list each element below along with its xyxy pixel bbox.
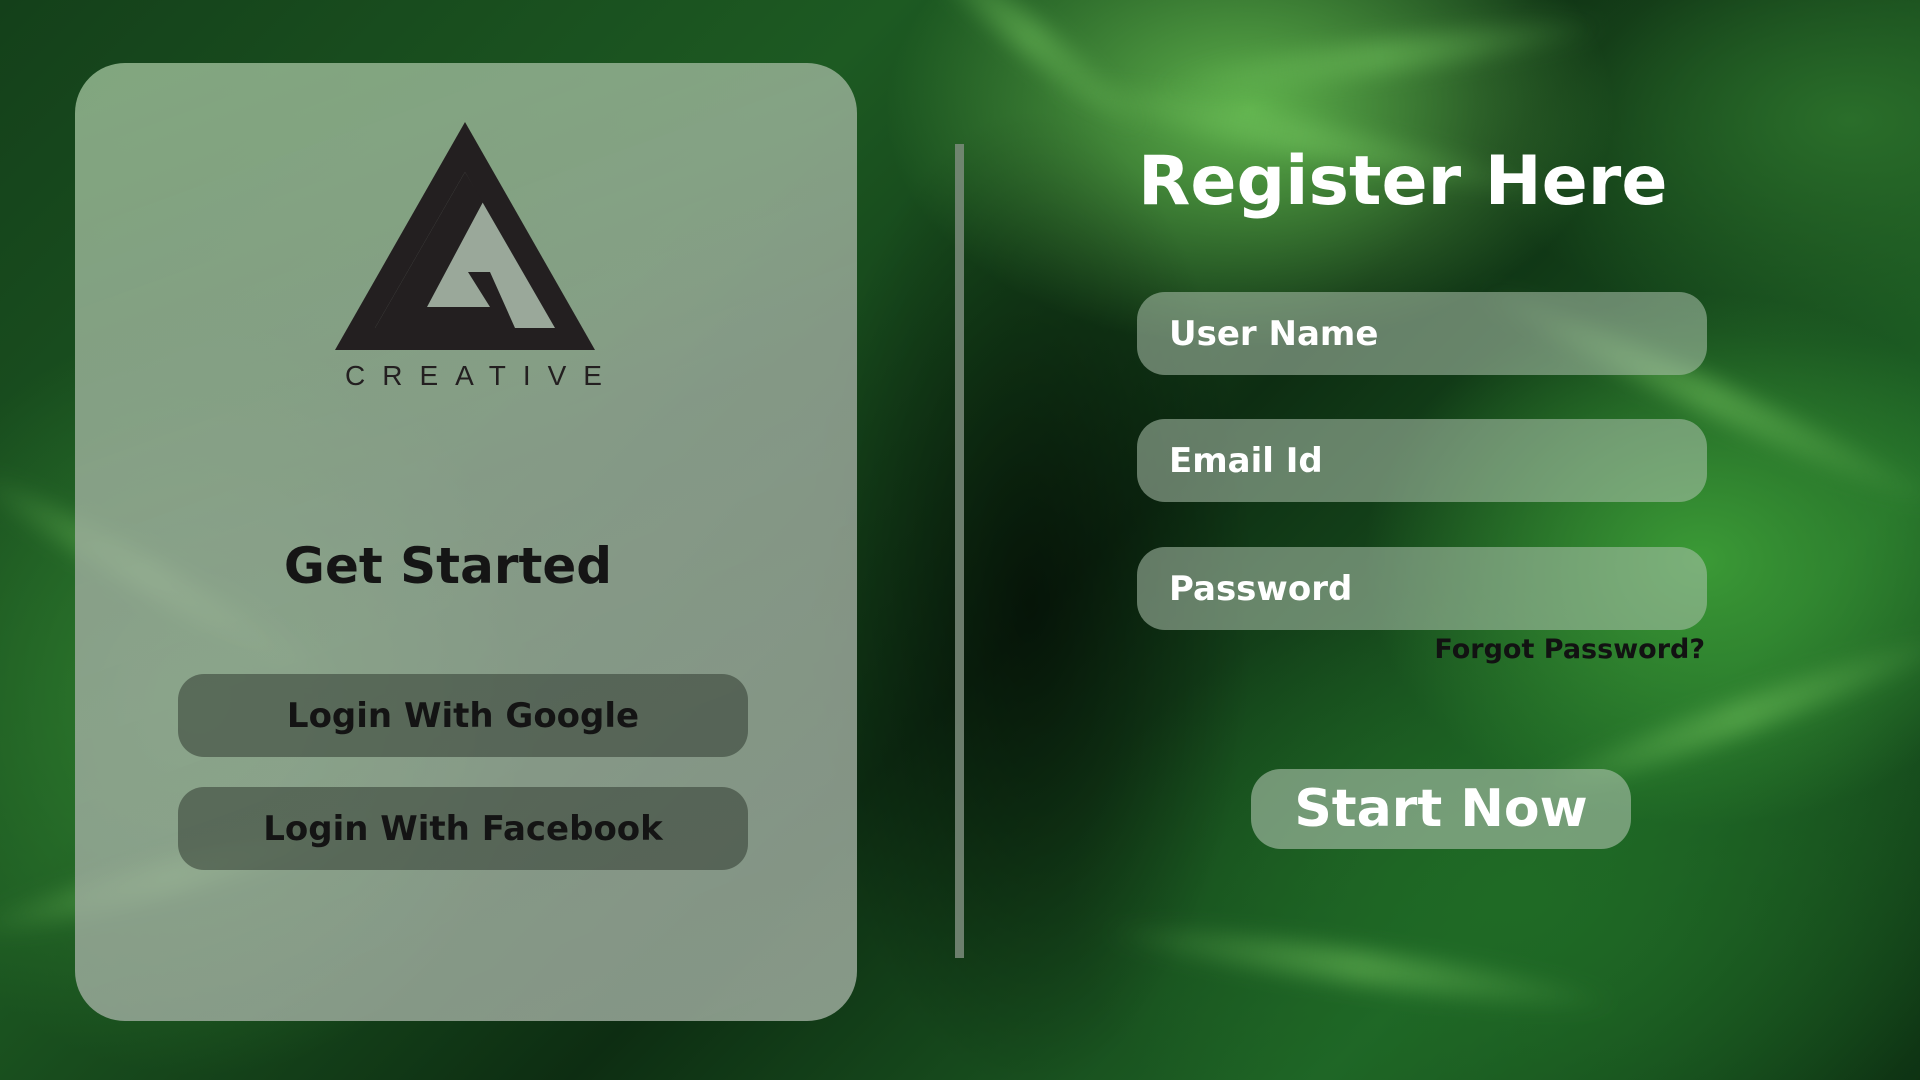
get-started-heading: Get Started xyxy=(283,537,613,595)
start-now-button[interactable]: Start Now xyxy=(1251,769,1631,849)
password-input[interactable]: Password xyxy=(1137,547,1707,630)
email-input[interactable]: Email Id xyxy=(1137,419,1707,502)
triangle-logo-icon xyxy=(335,122,595,350)
brand-name: CREATIVE xyxy=(345,360,619,391)
username-input[interactable]: User Name xyxy=(1137,292,1707,375)
forgot-password-link[interactable]: Forgot Password? xyxy=(1380,634,1705,665)
login-facebook-button[interactable]: Login With Facebook xyxy=(178,787,748,870)
login-google-button[interactable]: Login With Google xyxy=(178,674,748,757)
register-title: Register Here xyxy=(1138,142,1668,221)
vertical-divider xyxy=(955,144,964,958)
